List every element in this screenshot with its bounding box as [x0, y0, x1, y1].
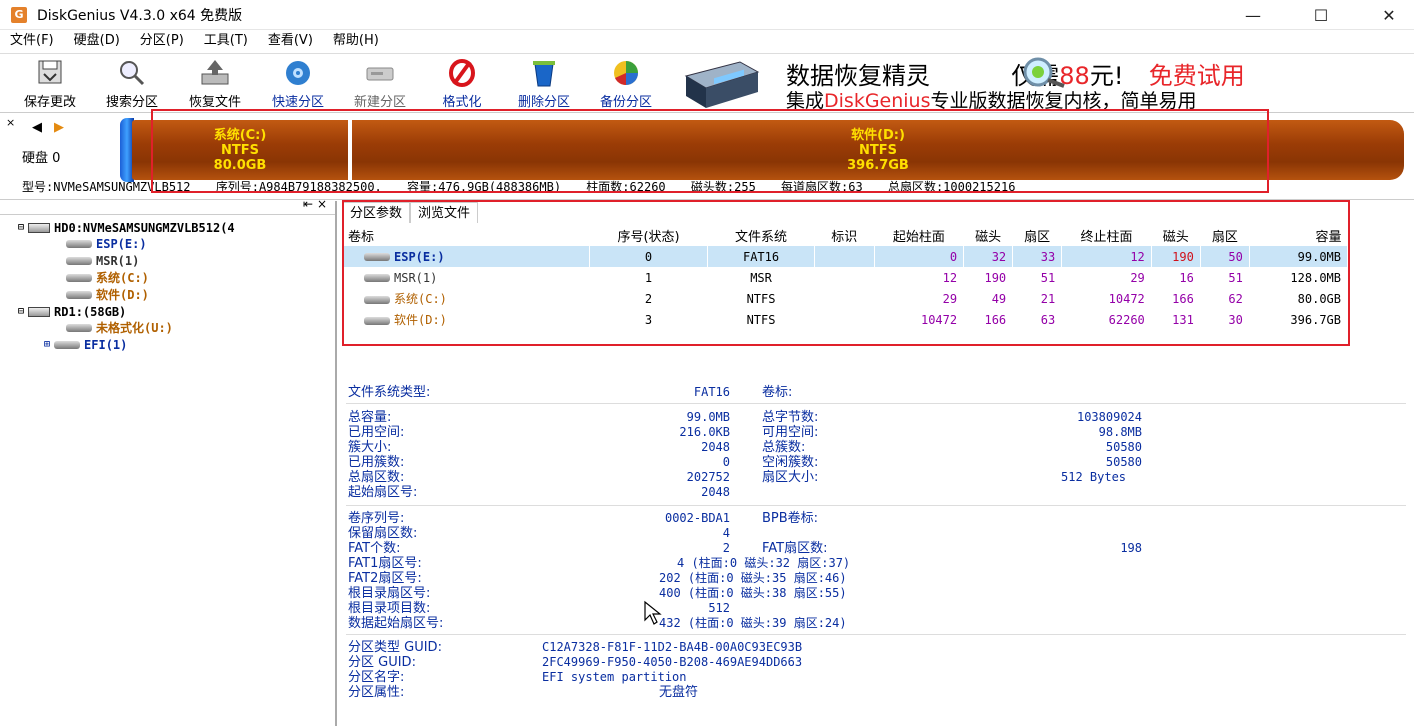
recover-files-button[interactable]: 恢复文件 [177, 58, 253, 112]
disk-icon [28, 222, 51, 233]
tree-partition-msr[interactable]: MSR(1) [66, 252, 139, 269]
tree-partition-unformatted[interactable]: 未格式化(U:) [66, 319, 173, 336]
tree-disk-rd1[interactable]: ⊟ RD1:(58GB) [18, 303, 126, 320]
magnifier-icon [120, 61, 145, 86]
disk-drive-icon [684, 61, 760, 108]
tree-partition-d[interactable]: 软件(D:) [66, 286, 149, 303]
mouse-cursor-icon [644, 600, 662, 625]
menu-disk[interactable]: 硬盘(D) [64, 30, 130, 52]
separator [346, 505, 1406, 506]
close-icon[interactable]: × [317, 197, 327, 211]
tree-partition-c[interactable]: 系统(C:) [66, 269, 149, 286]
search-partition-button[interactable]: 搜索分区 [94, 58, 170, 112]
partition-icon [66, 290, 92, 299]
menu-tools[interactable]: 工具(T) [194, 30, 258, 52]
format-icon [449, 59, 475, 87]
backup-partition-button[interactable]: 备份分区 [588, 58, 664, 112]
partition-icon [66, 239, 92, 248]
minimize-button[interactable]: — [1230, 0, 1276, 30]
menu-help[interactable]: 帮助(H) [323, 30, 389, 52]
title-bar: G DiskGenius V4.3.0 x64 免费版 — ☐ ✕ [0, 0, 1414, 30]
partition-icon [66, 256, 92, 265]
partition-icon [66, 273, 92, 282]
separator [346, 403, 1406, 404]
disk-tree-panel: ⇤ × ⊟ HD0:NVMeSAMSUNGMZVLB512(4 ESP(E:) M… [0, 197, 337, 726]
highlight-box-table [342, 200, 1350, 346]
quick-partition-button[interactable]: 快速分区 [260, 58, 336, 112]
pin-icon[interactable]: ⇤ [303, 197, 313, 211]
disk-icon [28, 306, 51, 317]
recover-icon [201, 60, 229, 85]
new-partition-icon [366, 67, 394, 81]
magnifier-icon [1023, 57, 1065, 88]
tree-header: ⇤ × [0, 197, 335, 215]
partition-icon [66, 323, 92, 332]
close-small-icon[interactable]: × [6, 116, 15, 129]
partition-icon [54, 340, 81, 349]
quick-partition-icon [286, 61, 310, 85]
fs-type-value: FAT16 [693, 385, 730, 399]
app-icon: G [11, 6, 27, 23]
highlight-box-disk [151, 109, 1269, 193]
promo-banner[interactable]: 数据恢复精灵 仅需88元! 免费试用 集成DiskGenius专业版数据恢复内核… [676, 54, 1414, 112]
close-button[interactable]: ✕ [1366, 0, 1412, 30]
tree-partition-efi[interactable]: ⊞ EFI(1) [44, 336, 127, 353]
collapse-icon: ⊟ [18, 306, 25, 317]
next-disk-arrow-icon[interactable]: ▶ [54, 120, 64, 135]
expand-icon: ⊞ [44, 339, 51, 350]
menu-view[interactable]: 查看(V) [258, 30, 323, 52]
menu-bar: 文件(F) 硬盘(D) 分区(P) 工具(T) 查看(V) 帮助(H) [0, 30, 1414, 52]
save-changes-button[interactable]: 保存更改 [12, 58, 88, 112]
disk-label: 硬盘 0 [22, 151, 61, 166]
delete-partition-button[interactable]: 删除分区 [506, 58, 582, 112]
volume-label-label: 卷标: [762, 385, 793, 400]
previous-disk-arrow-icon[interactable]: ◀ [32, 120, 42, 135]
format-button[interactable]: 格式化 [424, 58, 500, 112]
separator [346, 634, 1406, 635]
save-icon [38, 60, 62, 84]
collapse-icon: ⊟ [18, 222, 25, 233]
trash-icon [533, 61, 555, 87]
tree-partition-esp[interactable]: ESP(E:) [66, 235, 147, 252]
fs-type-label: 文件系统类型: [348, 385, 431, 400]
menu-partition[interactable]: 分区(P) [130, 30, 194, 52]
menu-file[interactable]: 文件(F) [0, 30, 64, 52]
window-title: DiskGenius V4.3.0 x64 免费版 [37, 7, 243, 24]
backup-icon [614, 61, 638, 86]
tree-disk-hd0[interactable]: ⊟ HD0:NVMeSAMSUNGMZVLB512(4 [18, 219, 235, 236]
new-partition-button[interactable]: 新建分区 [342, 58, 418, 112]
maximize-button[interactable]: ☐ [1298, 0, 1344, 30]
